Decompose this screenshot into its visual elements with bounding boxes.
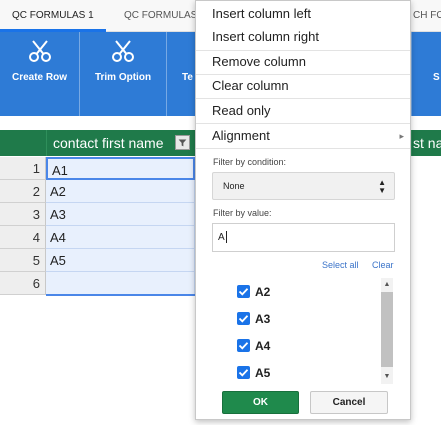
text-option-button[interactable]: Te bbox=[167, 32, 195, 116]
row-number[interactable]: 4 bbox=[0, 226, 46, 249]
filter-value-search-input[interactable]: A bbox=[212, 223, 395, 252]
checkbox-checked-icon[interactable] bbox=[237, 366, 250, 379]
menu-item-read-only[interactable]: Read only bbox=[196, 100, 410, 122]
checkbox-checked-icon[interactable] bbox=[237, 339, 250, 352]
menu-item-insert-column-left[interactable]: Insert column left bbox=[196, 3, 410, 25]
list-item-label: A5 bbox=[255, 366, 271, 380]
list-item-label: A4 bbox=[255, 339, 271, 353]
condition-select-value: None bbox=[223, 181, 245, 191]
filter-by-value-label: Filter by value: bbox=[213, 208, 272, 218]
filter-dropdown-icon bbox=[178, 139, 187, 147]
menu-divider bbox=[196, 123, 410, 124]
list-item-label: A3 bbox=[255, 312, 271, 326]
clear-link[interactable]: Clear bbox=[372, 260, 394, 270]
list-scrollbar-thumb[interactable] bbox=[381, 292, 393, 367]
scissors-icon bbox=[112, 40, 134, 62]
table-cell[interactable] bbox=[46, 272, 195, 295]
list-item-label: A2 bbox=[255, 285, 271, 299]
menu-item-clear-column[interactable]: Clear column bbox=[196, 75, 410, 97]
submenu-arrow-icon: ▸ bbox=[399, 131, 404, 141]
row-number[interactable]: 2 bbox=[0, 180, 46, 203]
column-header-next[interactable]: st na bbox=[411, 130, 441, 156]
column-header-contact-first-name[interactable]: contact first name bbox=[46, 130, 195, 156]
table-cell[interactable]: A5 bbox=[46, 249, 195, 272]
select-all-link[interactable]: Select all bbox=[322, 260, 359, 270]
column-context-menu: Insert column left Insert column right R… bbox=[195, 0, 411, 420]
select-arrows-icon: ▲ ▼ bbox=[378, 178, 386, 195]
table-cell[interactable]: A4 bbox=[46, 226, 195, 249]
scroll-down-icon[interactable]: ▼ bbox=[381, 371, 393, 383]
cancel-button[interactable]: Cancel bbox=[310, 391, 388, 414]
select-all-corner[interactable] bbox=[0, 130, 46, 156]
alignment-label: Alignment bbox=[212, 128, 270, 143]
s-option-button[interactable]: S bbox=[411, 32, 441, 116]
checkbox-checked-icon[interactable] bbox=[237, 312, 250, 325]
filter-value-text: A bbox=[218, 232, 225, 243]
menu-item-alignment[interactable]: Alignment ▸ bbox=[196, 125, 410, 147]
scroll-up-icon[interactable]: ▲ bbox=[381, 279, 393, 291]
row-number[interactable]: 6 bbox=[0, 272, 46, 295]
create-row-button[interactable]: Create Row bbox=[0, 32, 80, 116]
trim-option-button[interactable]: Trim Option bbox=[80, 32, 167, 116]
scissors-icon bbox=[28, 40, 51, 62]
table-cell[interactable]: A1 bbox=[46, 157, 195, 180]
row-number[interactable]: 5 bbox=[0, 249, 46, 272]
tab-qc-formulas[interactable]: QC FORMULAS bbox=[112, 0, 196, 32]
filter-value-list: A2 A3 A4 A5 bbox=[212, 278, 395, 384]
selection-border bbox=[46, 294, 195, 296]
column-filter-button[interactable] bbox=[175, 135, 190, 150]
ok-button[interactable]: OK bbox=[222, 391, 299, 414]
menu-item-remove-column[interactable]: Remove column bbox=[196, 51, 410, 73]
row-number[interactable]: 3 bbox=[0, 203, 46, 226]
filter-by-condition-label: Filter by condition: bbox=[213, 157, 287, 167]
row-number[interactable]: 1 bbox=[0, 157, 46, 180]
tab-ch-fo[interactable]: CH FO bbox=[411, 0, 441, 32]
tab-qc-formulas-1[interactable]: QC FORMULAS 1 bbox=[0, 0, 106, 32]
menu-divider bbox=[196, 98, 410, 99]
condition-select[interactable]: None ▲ ▼ bbox=[212, 172, 395, 200]
s-option-label: S bbox=[433, 72, 440, 83]
trim-option-label: Trim Option bbox=[94, 72, 152, 83]
text-option-label: Te bbox=[182, 72, 193, 83]
checkbox-checked-icon[interactable] bbox=[237, 285, 250, 298]
table-cell[interactable]: A3 bbox=[46, 203, 195, 226]
menu-divider bbox=[196, 148, 410, 149]
create-row-label: Create Row bbox=[11, 72, 67, 83]
menu-item-insert-column-right[interactable]: Insert column right bbox=[196, 26, 410, 48]
table-cell[interactable]: A2 bbox=[46, 180, 195, 203]
text-caret bbox=[225, 231, 227, 244]
